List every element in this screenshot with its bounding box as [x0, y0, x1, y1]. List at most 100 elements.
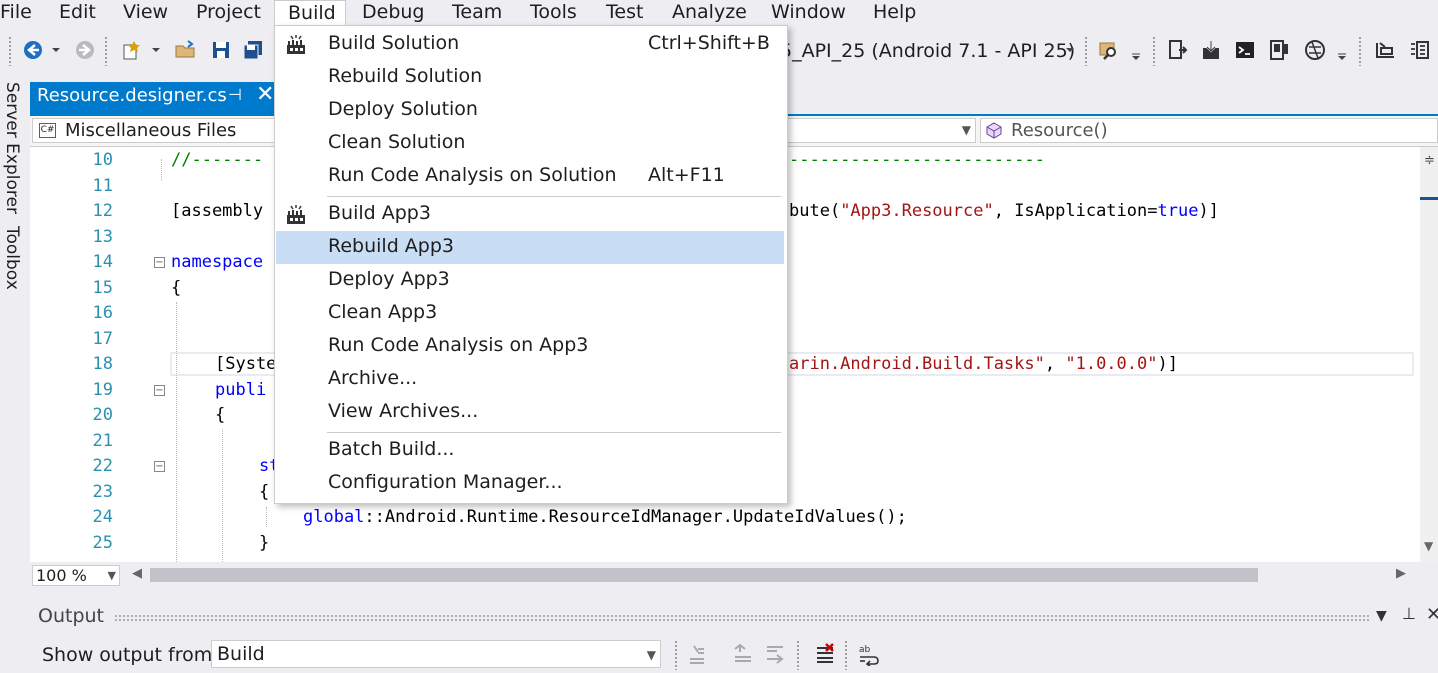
code-keyword: global	[303, 507, 365, 527]
code-text: )]	[1198, 201, 1219, 221]
menu-item-label: Batch Build...	[328, 438, 455, 460]
project-combo[interactable]: C# Miscellaneous Files	[32, 118, 276, 143]
close-icon[interactable]: ✕	[256, 82, 274, 107]
menu-item-shortcut: Alt+F11	[648, 164, 725, 186]
menu-item-label: Configuration Manager...	[328, 471, 563, 493]
device-manager-icon[interactable]	[1268, 39, 1290, 61]
toolbar-separator	[674, 640, 678, 670]
collapse-toggle[interactable]: −	[154, 385, 165, 396]
code-keyword: namespace	[171, 252, 264, 272]
previous-message-icon[interactable]	[732, 643, 754, 665]
terminal-icon[interactable]	[1234, 39, 1256, 61]
menu-tools[interactable]: Tools	[530, 0, 577, 26]
chevron-down-icon[interactable]	[50, 39, 62, 61]
toolbar-grip[interactable]	[8, 36, 12, 66]
menu-file[interactable]: File	[0, 0, 32, 26]
chevron-down-icon[interactable]	[150, 39, 162, 61]
scroll-down-icon[interactable]: ▼	[1424, 539, 1433, 553]
code-brace: {	[215, 405, 226, 425]
scroll-position-marker	[1420, 197, 1438, 200]
vertical-scrollbar[interactable]: ≑ ▼	[1420, 147, 1438, 562]
type-combo[interactable]: ▼	[788, 118, 976, 143]
menu-configuration-manager[interactable]: Configuration Manager...	[276, 467, 784, 500]
chevron-down-icon[interactable]	[1336, 39, 1348, 61]
menu-test[interactable]: Test	[606, 0, 643, 26]
menu-analyze[interactable]: Analyze	[672, 0, 747, 26]
save-icon[interactable]	[210, 39, 232, 61]
code-brace: }	[259, 533, 270, 553]
menu-archive[interactable]: Archive...	[276, 363, 784, 396]
new-project-icon[interactable]	[120, 39, 142, 61]
panel-grip[interactable]	[114, 614, 1370, 621]
pin-icon[interactable]: ⊥	[1402, 604, 1416, 623]
menu-item-label: Rebuild Solution	[328, 65, 483, 87]
menu-window[interactable]: Window	[771, 0, 846, 26]
menu-build-solution[interactable]: Build Solution Ctrl+Shift+B	[276, 28, 784, 61]
menu-rebuild-app3[interactable]: Rebuild App3	[276, 231, 784, 264]
output-panel: Output ▼ ⊥ ✕ Show output from: Build ▼ a…	[30, 600, 1438, 673]
open-folder-icon[interactable]	[174, 39, 196, 61]
output-source-combo[interactable]: Build ▼	[211, 640, 661, 668]
zoom-combo[interactable]: 100 % ▼	[32, 565, 120, 586]
close-icon[interactable]: ✕	[1426, 604, 1438, 625]
toolbox-tab[interactable]: Toolbox	[2, 226, 22, 290]
menu-clean-solution[interactable]: Clean Solution	[276, 127, 784, 160]
line-number: 24	[92, 507, 113, 527]
menu-project[interactable]: Project	[196, 0, 261, 26]
split-icon[interactable]: ≑	[1424, 153, 1435, 168]
xamarin-profiler-icon[interactable]	[1304, 39, 1326, 61]
menu-clean-app3[interactable]: Clean App3	[276, 297, 784, 330]
menu-team[interactable]: Team	[452, 0, 502, 26]
chevron-down-icon[interactable]	[1130, 39, 1142, 61]
indent-guide	[222, 429, 223, 562]
back-icon[interactable]	[22, 39, 44, 61]
code-line-12-right: bute("App3.Resource", IsApplication=true…	[789, 201, 1219, 221]
menu-run-code-analysis-app3[interactable]: Run Code Analysis on App3	[276, 330, 784, 363]
menu-rebuild-solution[interactable]: Rebuild Solution	[276, 61, 784, 94]
menu-edit[interactable]: Edit	[59, 0, 96, 26]
save-all-icon[interactable]	[242, 39, 264, 61]
scroll-left-icon[interactable]: ◀	[132, 566, 142, 581]
server-explorer-tab[interactable]: Server Explorer	[2, 82, 22, 214]
indent-guide	[266, 507, 267, 527]
forward-icon[interactable]	[74, 39, 96, 61]
chevron-down-icon[interactable]: ▼	[1376, 608, 1387, 624]
next-message-icon[interactable]	[764, 643, 786, 665]
document-tab[interactable]: Resource.designer.cs ⊣ ✕	[30, 82, 275, 114]
horizontal-scroll-thumb[interactable]	[150, 568, 1258, 582]
menu-batch-build[interactable]: Batch Build...	[276, 434, 784, 467]
properties-icon[interactable]	[1408, 39, 1430, 61]
menu-help[interactable]: Help	[873, 0, 916, 26]
line-number: 21	[92, 431, 113, 451]
member-combo[interactable]: Resource()	[980, 118, 1438, 143]
build-icon	[287, 35, 305, 54]
word-wrap-icon[interactable]: ab	[858, 642, 882, 666]
menu-deploy-solution[interactable]: Deploy Solution	[276, 94, 784, 127]
find-in-files-icon[interactable]	[1098, 39, 1120, 61]
device-log-icon[interactable]	[1166, 39, 1188, 61]
find-message-icon[interactable]	[686, 643, 708, 665]
pin-icon[interactable]: ⊣	[228, 85, 242, 104]
menu-view[interactable]: View	[123, 0, 168, 26]
menu-debug[interactable]: Debug	[362, 0, 424, 26]
menu-build-app3[interactable]: Build App3	[276, 198, 784, 231]
collapse-toggle[interactable]: −	[154, 461, 165, 472]
scroll-right-icon[interactable]: ▶	[1396, 566, 1406, 581]
toolbar-separator	[844, 640, 848, 670]
android-sdk-icon[interactable]	[1200, 39, 1222, 61]
device-target-combo[interactable]: 5_API_25 (Android 7.1 - API 25)	[780, 34, 1075, 68]
chevron-down-icon[interactable]	[1064, 39, 1076, 61]
menu-view-archives[interactable]: View Archives...	[276, 396, 784, 429]
menu-run-code-analysis-solution[interactable]: Run Code Analysis on Solution Alt+F11	[276, 160, 784, 193]
line-number: 12	[92, 201, 113, 221]
clear-all-icon[interactable]	[814, 642, 836, 664]
output-source-value: Build	[217, 643, 265, 665]
menu-item-label: Deploy Solution	[328, 98, 478, 120]
collapse-toggle[interactable]: −	[154, 257, 165, 268]
show-output-label: Show output from:	[42, 644, 219, 666]
chevron-down-icon: ▼	[961, 123, 971, 137]
layout-icon[interactable]	[1374, 39, 1396, 61]
menu-item-shortcut: Ctrl+Shift+B	[648, 32, 770, 54]
menu-deploy-app3[interactable]: Deploy App3	[276, 264, 784, 297]
menu-build[interactable]: Build	[274, 0, 346, 26]
